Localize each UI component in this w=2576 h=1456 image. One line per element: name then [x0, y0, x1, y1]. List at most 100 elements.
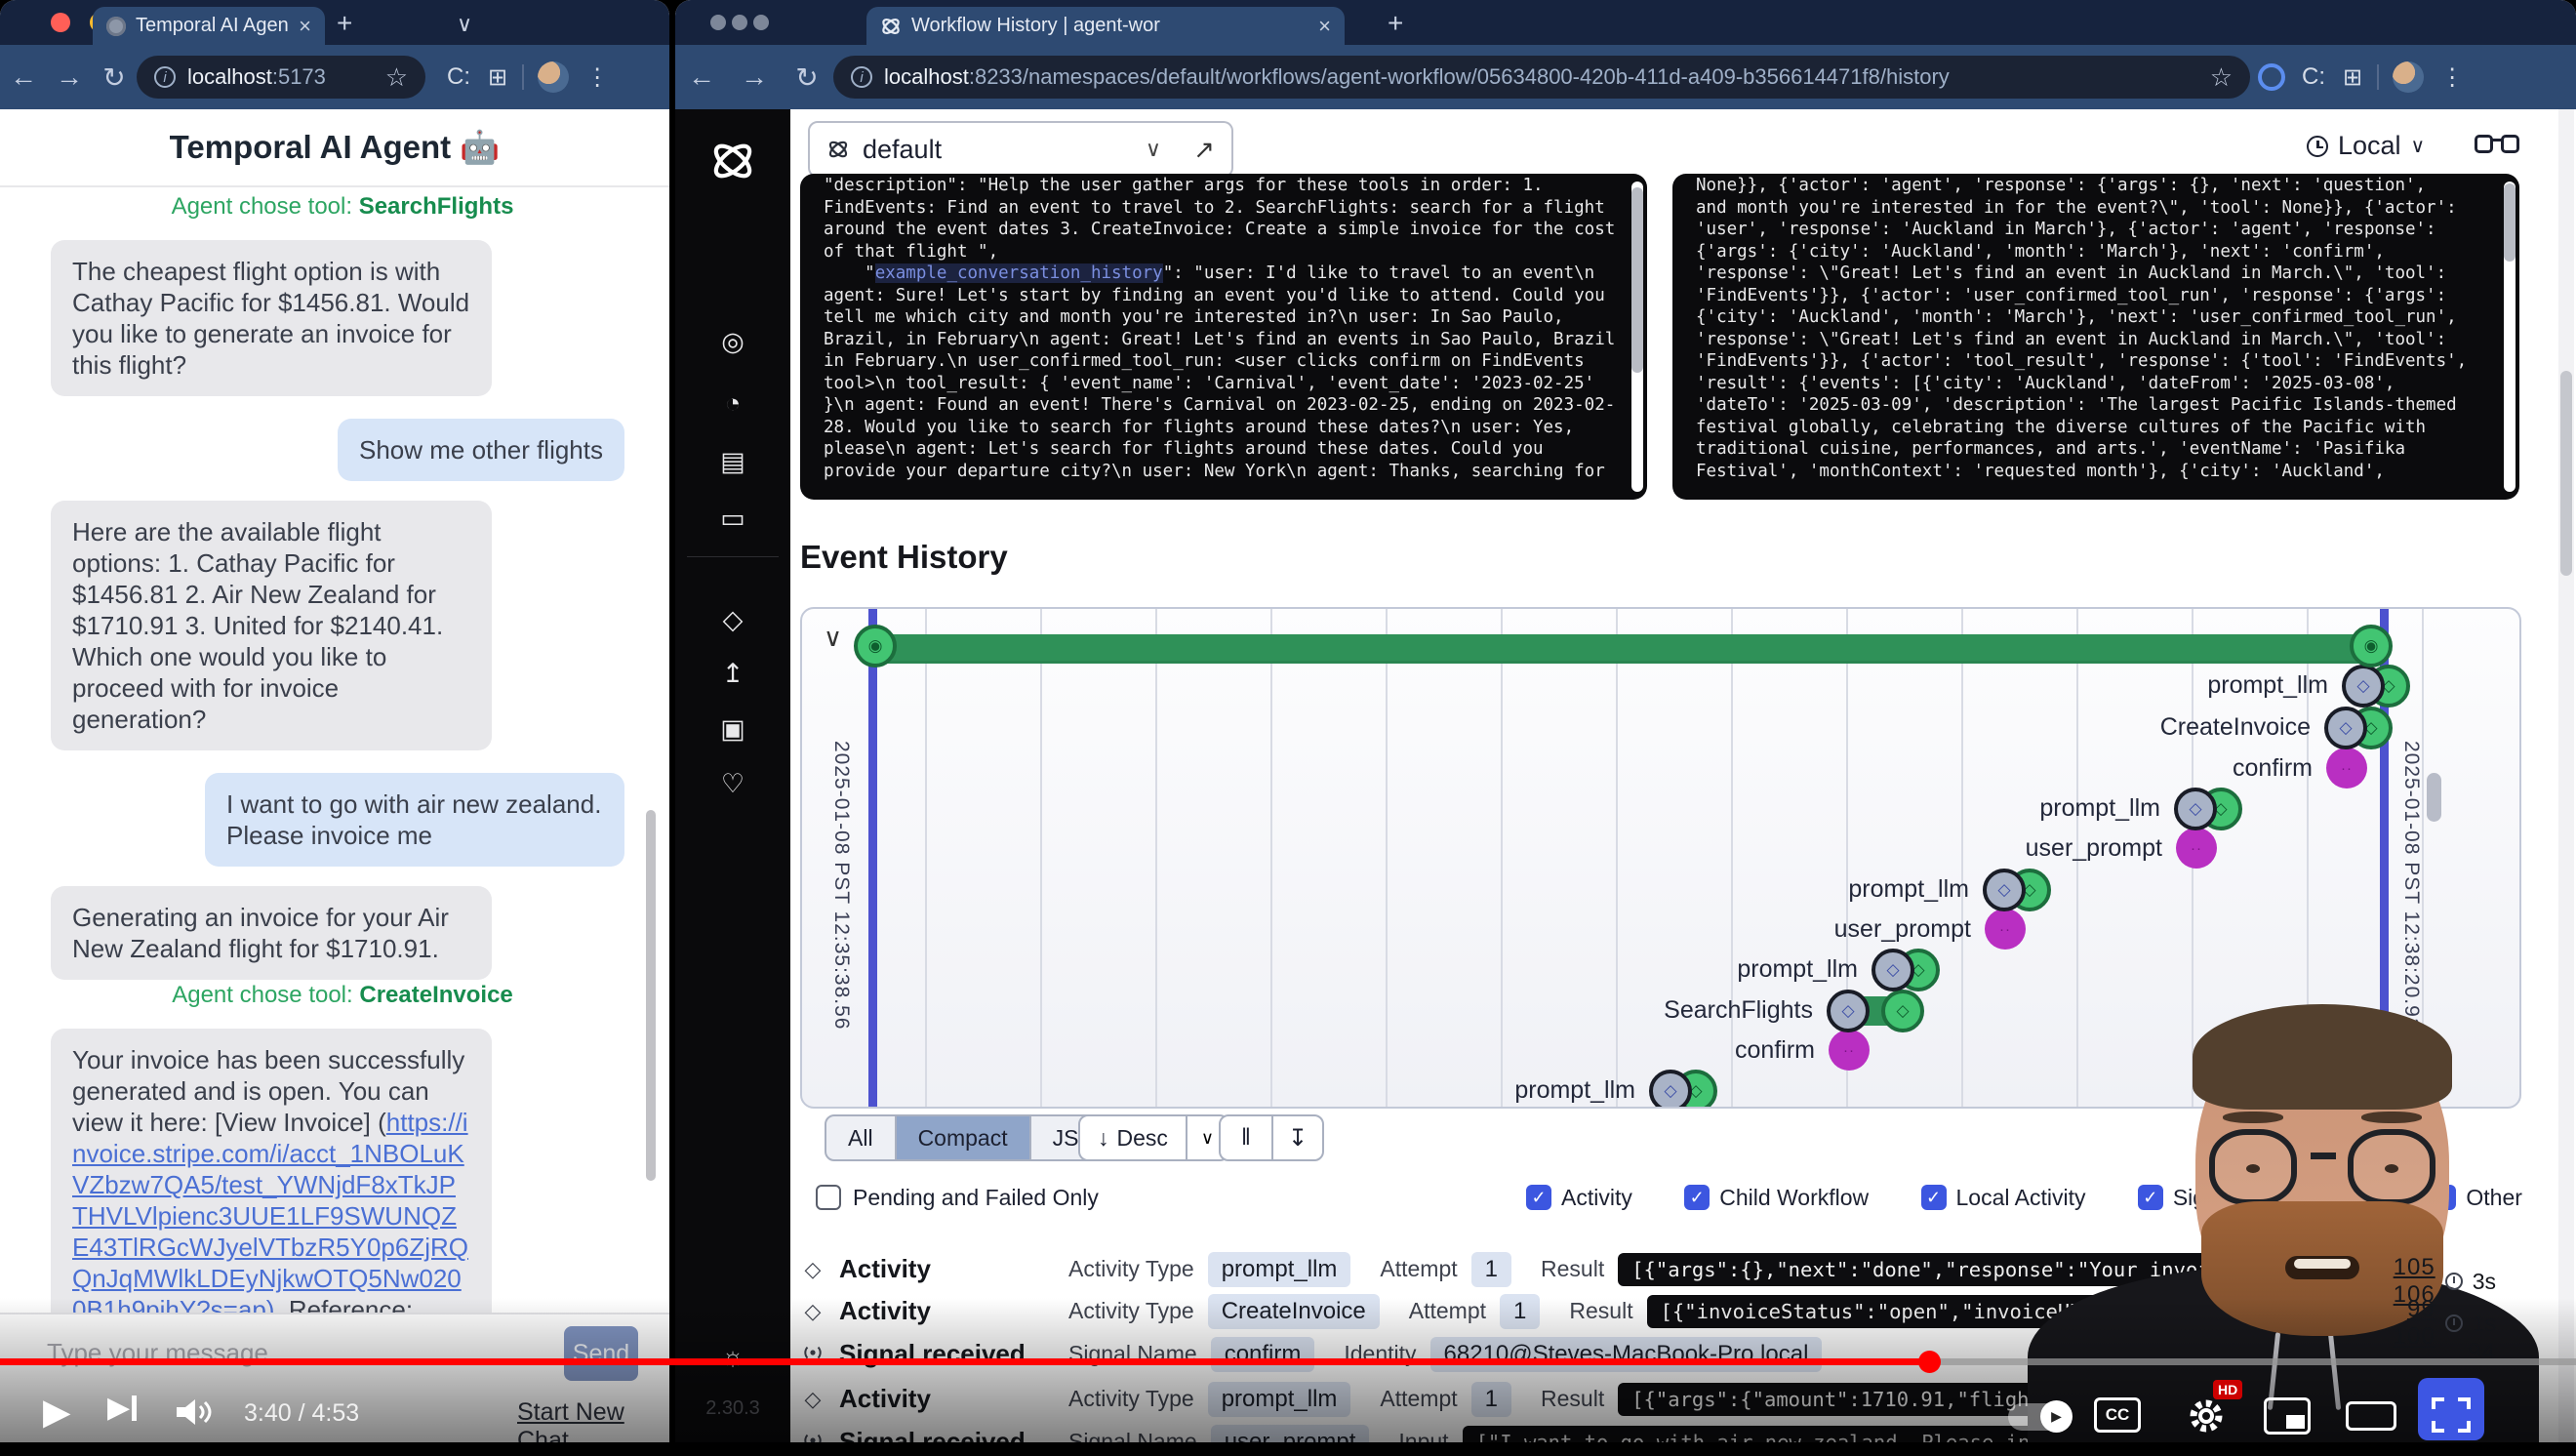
view-tab-compact[interactable]: Compact — [895, 1116, 1029, 1159]
schedules-icon[interactable]: ◔ — [675, 388, 790, 419]
page-scrollbar-thumb[interactable] — [2560, 371, 2572, 576]
archive-icon[interactable]: ▭ — [675, 504, 790, 534]
next-button[interactable]: ▶ — [107, 1391, 137, 1425]
progress-bar-remaining[interactable] — [1930, 1358, 2576, 1365]
timeline-event-marker-CreateInvoice[interactable]: ◇◇ — [2324, 707, 2412, 749]
field-chip-value: CreateInvoice — [1208, 1294, 1380, 1329]
workflow-input-json-left[interactable]: "description": "Help the user gather arg… — [800, 174, 1647, 500]
close-tab-icon[interactable]: × — [299, 14, 311, 39]
menu-dots-icon[interactable]: ⋮ — [2440, 63, 2464, 92]
field-chip-value: prompt_llm — [1208, 1252, 1351, 1287]
timeline-event-marker-user_prompt[interactable]: ·· — [1985, 909, 2073, 951]
sort-order-button[interactable]: ↓Desc ∨ — [1078, 1114, 1229, 1161]
extension-c-icon[interactable]: C: — [2302, 63, 2325, 91]
timeline-event-marker-SearchFlights[interactable]: ◇◇ — [1827, 990, 1914, 1032]
download-history-button[interactable]: ↧ — [1271, 1116, 1322, 1159]
password-manager-icon[interactable] — [2258, 63, 2285, 91]
field-label: Attempt — [1409, 1298, 1486, 1324]
timezone-select[interactable]: Local ∨ — [2307, 131, 2425, 161]
profile-avatar[interactable] — [2393, 61, 2424, 93]
send-button[interactable]: Send — [564, 1326, 638, 1381]
workflow-input-json-right[interactable]: None}}, {'actor': 'agent', 'response': {… — [1672, 174, 2519, 500]
site-info-icon[interactable]: i — [851, 66, 872, 88]
timeline-event-marker-prompt_llm[interactable]: ◇◇ — [1983, 869, 2071, 911]
timeline-scrollbar-thumb[interactable] — [2427, 773, 2441, 822]
tab-search-chevron-icon[interactable]: ∨ — [457, 12, 472, 37]
site-info-icon[interactable]: i — [154, 66, 176, 88]
filter-child-workflow[interactable]: ✓Child Workflow — [1684, 1185, 1869, 1211]
forward-icon[interactable]: → — [728, 61, 781, 93]
timeline-event-marker-prompt_llm[interactable]: ◇◇ — [1649, 1070, 1737, 1109]
feedback-heart-icon[interactable]: ♡ — [675, 769, 790, 799]
temporal-logo-icon[interactable] — [708, 137, 757, 185]
invoice-link[interactable]: https://invoice.stripe.com/i/acct_1NBOLu… — [72, 1108, 468, 1314]
progress-bar-played[interactable] — [0, 1358, 1930, 1365]
tab-title: Workflow History | agent-wor — [911, 15, 1160, 37]
reload-icon[interactable]: ↻ — [781, 61, 833, 94]
play-button[interactable]: ▶ — [43, 1391, 70, 1433]
volume-icon[interactable] — [174, 1395, 217, 1429]
codec-server-icon[interactable]: ▣ — [675, 714, 790, 745]
back-icon[interactable]: ← — [0, 61, 47, 93]
address-bar[interactable]: i localhost:8233/namespaces/default/work… — [833, 56, 2250, 99]
close-tab-icon[interactable]: × — [1318, 14, 1331, 39]
extensions-puzzle-icon[interactable]: ⊞ — [488, 63, 507, 92]
collapse-chevron-icon[interactable]: ∨ — [824, 623, 842, 653]
checkbox-checked-icon[interactable]: ✓ — [1526, 1185, 1551, 1210]
browser-tab-workflow-history[interactable]: Workflow History | agent-wor × — [866, 7, 1345, 45]
batch-operations-icon[interactable]: ▤ — [675, 447, 790, 477]
menu-dots-icon[interactable]: ⋮ — [585, 63, 609, 92]
workflow-span-bar[interactable] — [877, 634, 2380, 664]
labs-glasses-icon[interactable] — [2475, 135, 2519, 158]
captions-button[interactable]: CC — [2094, 1397, 2141, 1433]
reload-icon[interactable]: ↻ — [92, 61, 137, 94]
checkbox-checked-icon[interactable]: ✓ — [1684, 1185, 1710, 1210]
timeline-event-marker-prompt_llm[interactable]: ◇◇ — [2174, 788, 2262, 830]
progress-scrubber[interactable] — [1918, 1351, 1941, 1373]
import-icon[interactable]: ↥ — [675, 659, 790, 689]
theme-sun-icon[interactable]: ☼ — [675, 1342, 790, 1372]
autoplay-toggle[interactable]: ▶ — [2008, 1403, 2071, 1431]
namespace-select[interactable]: default ∨ — [808, 121, 1179, 178]
checkbox-unchecked-icon[interactable] — [816, 1185, 841, 1210]
back-icon[interactable]: ← — [675, 61, 728, 93]
code-scrollbar-thumb[interactable] — [1631, 187, 1643, 373]
browser-tab-temporal-ai-agent[interactable]: Temporal AI Agent × — [93, 7, 325, 45]
page-scrollbar-track[interactable] — [2558, 109, 2574, 1456]
profile-avatar[interactable] — [538, 61, 569, 93]
open-namespace-external-button[interactable]: ↗ — [1177, 121, 1233, 178]
namespace-value: default — [863, 135, 942, 165]
filter-activity[interactable]: ✓Activity — [1526, 1185, 1632, 1211]
workflow-end-marker[interactable]: ◉ — [2350, 625, 2393, 667]
bookmark-star-icon[interactable]: ☆ — [2210, 62, 2233, 93]
address-bar[interactable]: i localhost:5173 ☆ — [137, 56, 425, 99]
chat-scrollbar[interactable] — [646, 810, 656, 1181]
bookmark-star-icon[interactable]: ☆ — [385, 62, 408, 93]
settings-gear-icon[interactable] — [2186, 1395, 2227, 1436]
timeline-event-marker-user_prompt[interactable]: ·· — [2176, 828, 2264, 870]
extensions-puzzle-icon[interactable]: ⊞ — [2343, 63, 2362, 92]
forward-icon[interactable]: → — [47, 61, 92, 93]
traffic-lights-inactive[interactable] — [710, 13, 769, 30]
fullscreen-button[interactable] — [2432, 1397, 2471, 1433]
timeline-event-marker-prompt_llm[interactable]: ◇◇ — [2342, 665, 2430, 708]
field-label: Attempt — [1380, 1256, 1457, 1282]
namespaces-icon[interactable]: ◇ — [675, 605, 790, 635]
theater-mode-button[interactable] — [2346, 1401, 2396, 1431]
pause-button[interactable]: ‖ — [1221, 1116, 1271, 1159]
workflows-icon[interactable]: ◎ — [675, 327, 790, 357]
view-tab-all[interactable]: All — [826, 1116, 895, 1159]
new-tab-button[interactable]: + — [1388, 8, 1403, 39]
timeline-event-marker-confirm[interactable]: ·· — [2326, 748, 2414, 790]
temporal-sidebar: ◎◔▤▭◇↥▣♡☼ 2.30.3 — [675, 109, 790, 1456]
code-scrollbar-thumb[interactable] — [2504, 183, 2516, 262]
miniplayer-button[interactable] — [2264, 1397, 2311, 1435]
chevron-down-icon: ∨ — [2411, 134, 2426, 158]
timeline-event-marker-confirm[interactable]: ·· — [1829, 1030, 1916, 1072]
timeline-event-marker-prompt_llm[interactable]: ◇◇ — [1872, 949, 1959, 991]
checkbox-checked-icon[interactable]: ✓ — [1921, 1185, 1947, 1210]
page-title: Temporal AI Agent 🤖 — [170, 129, 501, 167]
new-tab-button[interactable]: + — [337, 8, 352, 39]
workflow-start-marker[interactable]: ◉ — [854, 625, 897, 667]
extension-c-icon[interactable]: C: — [447, 63, 470, 91]
